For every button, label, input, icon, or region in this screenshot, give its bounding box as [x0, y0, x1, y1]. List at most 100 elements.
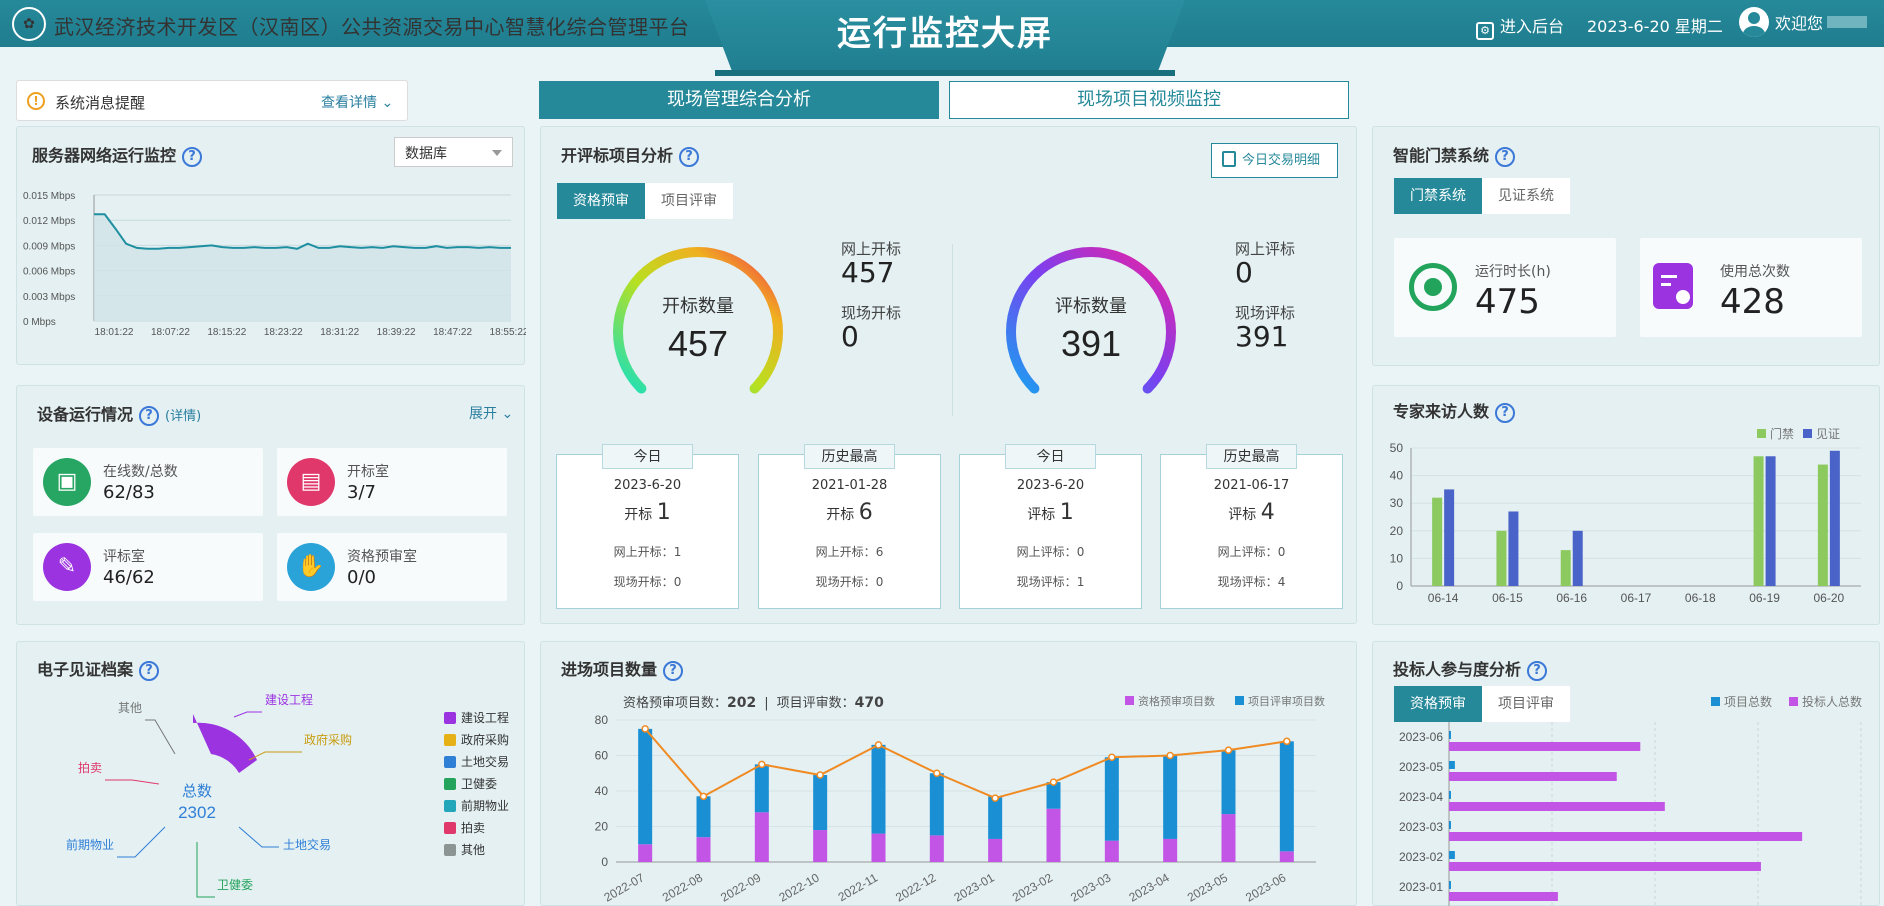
notice-bar: ! 系统消息提醒 查看详情 ⌄: [16, 80, 408, 121]
server-chart: 0.015 Mbps 0.012 Mbps 0.009 Mbps 0.006 Mbps…: [23, 191, 526, 338]
device-label: 在线数/总数: [103, 464, 178, 480]
line-point: [641, 725, 649, 733]
username-blur: [1827, 16, 1868, 28]
stat-box-main: 评标 1: [960, 500, 1141, 525]
device-card: ▤ 开标室 3/7: [277, 448, 507, 516]
tab-witness[interactable]: 见证系统: [1482, 178, 1570, 214]
stat-box-tag: 历史最高: [804, 444, 895, 469]
bar-review: [1221, 750, 1236, 815]
usage-value: 428: [1720, 282, 1785, 322]
admin-link[interactable]: ⚙ 进入后台: [1476, 13, 1564, 40]
usage-card: 使用总次数 428: [1640, 238, 1862, 337]
y-tick-label: 80: [595, 713, 609, 727]
bar-review: [1104, 757, 1119, 841]
divider: [952, 244, 953, 416]
bar-prequal: [1221, 814, 1236, 862]
stat-box-date: 2023-6-20: [1016, 478, 1085, 493]
row-value: 1: [1076, 575, 1085, 589]
device-value: 0/0: [347, 567, 376, 588]
expand-label: 展开: [469, 406, 497, 422]
help-icon[interactable]: ?: [1495, 146, 1516, 167]
x-tick-label: 06-20: [1814, 591, 1845, 605]
help-icon[interactable]: ?: [139, 405, 160, 426]
bar-prequal: [638, 844, 653, 862]
y-tick-label: 50: [1390, 441, 1404, 455]
bar-prequal: [1163, 838, 1178, 862]
stat-box-row: 现场评标：1: [960, 573, 1141, 590]
tab-video-monitor[interactable]: 现场项目视频监控: [949, 81, 1349, 119]
x-tick-label: 2023-01: [952, 870, 997, 904]
row-label: 现场评标：: [1016, 575, 1077, 589]
stat-box-row: 网上开标：6: [759, 543, 940, 560]
server-title: 服务器网络运行监控?: [32, 142, 203, 167]
platform-logo-icon: ✿: [12, 7, 46, 41]
stat-box-row: 现场开标：0: [557, 573, 738, 590]
x-tick-label: 18:31:22: [320, 327, 359, 338]
stat-box-main: 开标 6: [759, 500, 940, 525]
row-value: 0: [875, 575, 884, 589]
y-tick-label: 10: [1390, 551, 1404, 565]
edit-icon: ✎: [43, 543, 91, 591]
row-label: 现场评标：: [1217, 575, 1278, 589]
header-date: 2023-6-20 星期二: [1587, 17, 1723, 36]
y-tick-label: 0.009 Mbps: [23, 241, 75, 252]
legend-swatch: [444, 800, 456, 812]
bar-见证: [1444, 489, 1455, 586]
tab-site-analysis[interactable]: 现场管理综合分析: [539, 81, 939, 119]
x-tick-label: 18:15:22: [207, 327, 246, 338]
gauge-label: 开标数量: [662, 296, 734, 316]
bar-门禁: [1817, 464, 1828, 586]
legend-swatch: [444, 822, 456, 834]
bar-review: [1279, 741, 1294, 852]
y-tick-label: 0.003 Mbps: [23, 292, 75, 303]
slice-label: 建设工程: [265, 692, 313, 707]
slice-label: 前期物业: [66, 837, 114, 852]
expert-chart: 0 10 20 30 40 50 06-14 06-15 06-16 06-17 06-18 06-1…: [1390, 426, 1861, 605]
user-avatar-icon: [1739, 7, 1769, 37]
gear-icon: ⚙: [1476, 22, 1494, 40]
line-point: [1049, 778, 1058, 786]
device-value: 46/62: [103, 567, 155, 588]
y-tick-label: 20: [595, 820, 609, 834]
device-expand-button[interactable]: 展开 ⌄: [469, 403, 513, 423]
tab-access[interactable]: 门禁系统: [1394, 178, 1482, 214]
line-point: [758, 760, 766, 769]
gauge-arc: [1006, 247, 1176, 394]
x-tick-label: 2022-08: [660, 870, 705, 904]
stat-box: 今日 2023-6-20 开标 1 网上开标：1 现场开标：0: [556, 444, 739, 609]
help-icon[interactable]: ?: [182, 146, 203, 167]
x-tick-label: 2023-03: [1068, 870, 1113, 904]
entry-chart: 0 20 40 60 80 2022-07 2022-08 2022-09 2022-10 202…: [595, 694, 1325, 905]
stat-box-row: 网上评标：0: [960, 543, 1141, 560]
x-tick-label: 2023-02: [1010, 870, 1055, 904]
bar-门禁: [1560, 550, 1571, 586]
notice-detail-link[interactable]: 查看详情 ⌄: [321, 92, 393, 112]
notice-detail-label: 查看详情: [321, 95, 377, 111]
x-tick-label: 18:23:22: [264, 327, 303, 338]
notice-title: 系统消息提醒: [55, 94, 146, 112]
device-panel: 设备运行情况? (详情) 展开 ⌄ ▣ 在线数/总数 62/83 ▤ 开标室 3/7 ✎ 评标室…: [16, 385, 525, 625]
device-title-text: 设备运行情况: [37, 405, 134, 424]
bar-bidder-total: [1449, 892, 1558, 901]
line-point: [933, 769, 941, 777]
archive-chart: 总数2302建设工程政府采购土地交易卫健委前期物业拍卖其他建设工程政府采购土地交…: [66, 692, 509, 898]
caret-down-icon: [492, 150, 502, 156]
gauge-arc: [613, 247, 783, 394]
usage-label: 使用总次数: [1720, 264, 1790, 280]
bar-prequal: [929, 835, 944, 862]
x-tick-label: 18:39:22: [377, 327, 416, 338]
bar-见证: [1508, 511, 1519, 586]
bar-review: [696, 796, 711, 838]
device-title: 设备运行情况? (详情): [37, 401, 201, 426]
y-tick-label: 20: [1390, 524, 1404, 538]
user-menu[interactable]: 欢迎您: [1739, 7, 1868, 37]
bar-见证: [1572, 530, 1583, 586]
y-tick-label: 40: [595, 784, 609, 798]
bar-project-total: [1449, 821, 1451, 829]
row-value: 0: [1277, 545, 1286, 559]
device-detail-link[interactable]: (详情): [165, 409, 201, 424]
server-select[interactable]: 数据库: [394, 137, 513, 167]
stat-box-date: 2021-06-17: [1213, 478, 1290, 493]
x-tick-label: 2023-05: [1185, 870, 1230, 904]
row-label: 网上开标：: [613, 545, 674, 559]
